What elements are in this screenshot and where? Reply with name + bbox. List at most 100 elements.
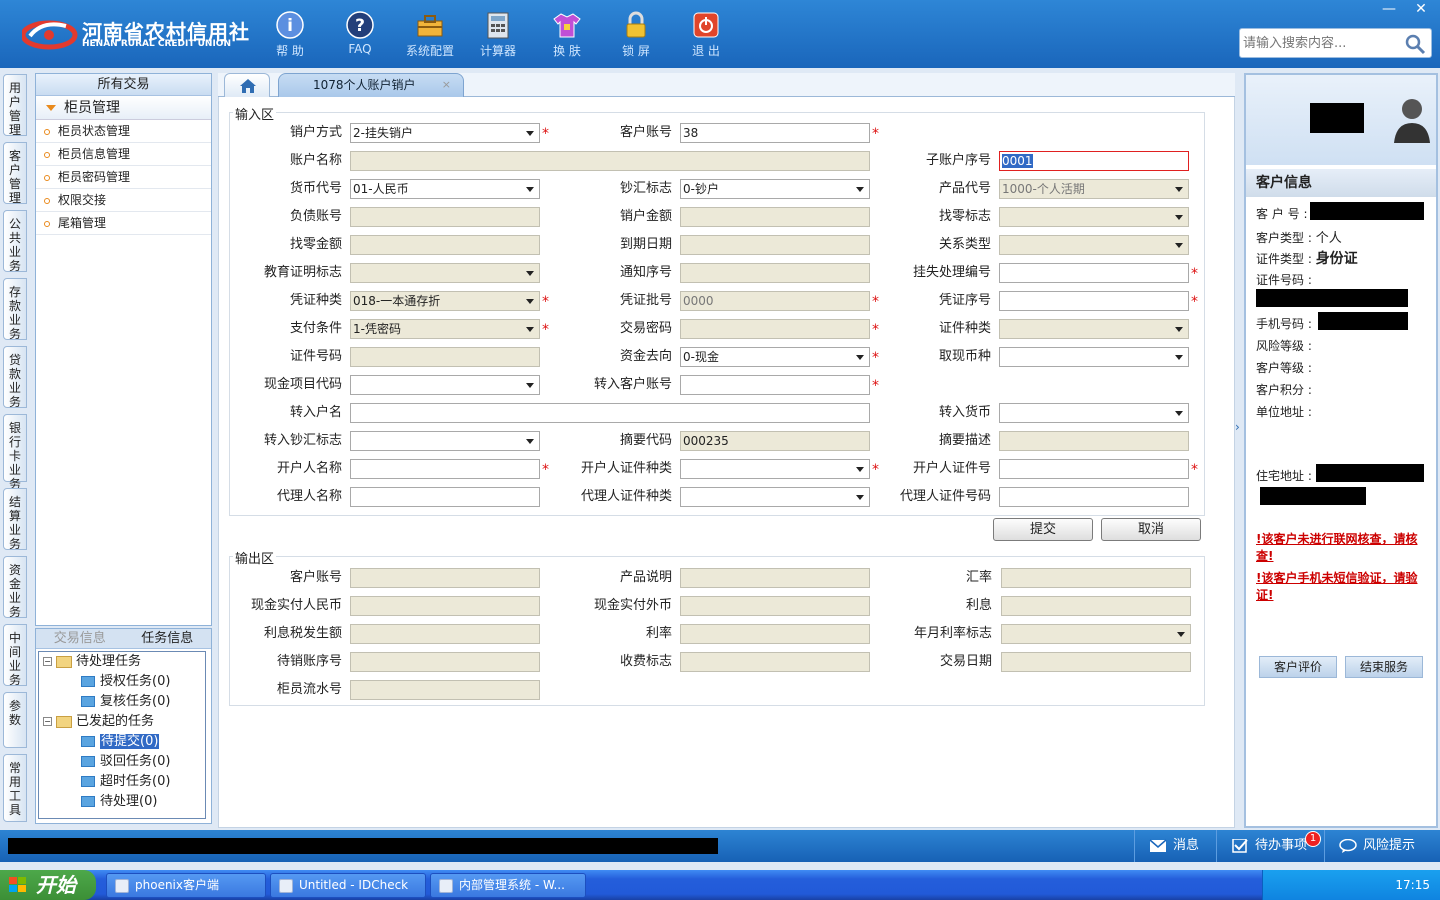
message-button[interactable]: 消息 — [1134, 830, 1216, 862]
expand-arrow-icon — [46, 105, 56, 111]
currency-code-select[interactable]: 01-人民币 — [350, 179, 540, 199]
menu-group-teller-management[interactable]: 柜员管理 — [36, 96, 211, 120]
svg-text:?: ? — [355, 16, 365, 36]
opener-id-no-input[interactable] — [999, 459, 1189, 479]
home-address-redaction — [1316, 464, 1424, 482]
tab-deposit-business[interactable]: 存款业务 — [3, 278, 27, 341]
taskbar-item-idcheck[interactable]: Untitled - IDCheck — [270, 873, 426, 898]
tab-bank-card-business[interactable]: 银行卡业务 — [3, 414, 27, 491]
cash-remit-flag-select[interactable]: 0-钞户 — [680, 179, 870, 199]
tab-common-tools[interactable]: 常用工具 — [3, 754, 27, 822]
in-account-name-input[interactable] — [350, 403, 870, 423]
loss-handle-no-input[interactable] — [999, 263, 1189, 283]
tab-public-business[interactable]: 公共业务 — [3, 210, 27, 273]
skin-button[interactable]: 换 肤 — [532, 6, 602, 62]
in-cash-remit-flag-select[interactable] — [350, 431, 540, 451]
edu-cert-flag-select[interactable] — [350, 263, 540, 283]
tree-node-pending[interactable]: − 待处理任务 — [43, 652, 141, 672]
cash-currency-select[interactable] — [999, 347, 1189, 367]
tree-node-auth[interactable]: 授权任务(0) — [81, 672, 170, 692]
tab-transaction-info[interactable]: 交易信息 — [36, 629, 124, 648]
menu-item[interactable]: 柜员信息管理 — [36, 143, 211, 166]
relation-type-select[interactable] — [999, 235, 1189, 255]
tab-loan-business[interactable]: 贷款业务 — [3, 346, 27, 409]
fund-direction-select[interactable]: 0-现金 — [680, 347, 870, 367]
warning-verify-link[interactable]: !该客户未进行联网核查，请核查! — [1256, 531, 1434, 565]
customer-rate-button[interactable]: 客户评价 — [1259, 656, 1337, 678]
tab-label: 中间业务 — [8, 631, 21, 687]
menu-item[interactable]: 柜员状态管理 — [36, 120, 211, 143]
field-label: 开户人证件种类 — [580, 461, 672, 476]
todo-button[interactable]: 待办事项 1 — [1216, 830, 1324, 862]
tree-node-rejected[interactable]: 驳回任务(0) — [81, 752, 170, 772]
close-button[interactable]: ✕ — [1406, 0, 1436, 18]
required-mark: * — [872, 126, 879, 142]
tab-user-management[interactable]: 用户管理 — [3, 74, 27, 137]
search-input[interactable] — [1243, 33, 1403, 53]
collapse-icon[interactable]: − — [43, 657, 52, 666]
tree-node-review[interactable]: 复核任务(0) — [81, 692, 170, 712]
tab-account-cancel[interactable]: 1078个人账户销户 × — [278, 73, 464, 97]
submit-button[interactable]: 提交 — [993, 518, 1093, 541]
cancel-method-select[interactable]: 2-挂失销户 — [350, 123, 540, 143]
tab-customer-management[interactable]: 客户管理 — [3, 142, 27, 205]
out-rate-flag-select[interactable] — [1001, 624, 1191, 644]
product-code-select[interactable]: 1000-个人活期 — [999, 179, 1189, 199]
tree-node-overtime[interactable]: 超时任务(0) — [81, 772, 170, 792]
home-tab[interactable] — [224, 73, 270, 97]
help-button[interactable]: i 帮 助 — [255, 6, 325, 62]
system-config-button[interactable]: 系统配置 — [395, 6, 465, 62]
required-mark: * — [542, 126, 549, 142]
lock-screen-button[interactable]: 锁 屏 — [601, 6, 671, 62]
svg-text:i: i — [287, 16, 293, 36]
customer-account-input[interactable]: 38 — [680, 123, 870, 143]
tab-settlement-business[interactable]: 结算业务 — [3, 488, 27, 551]
risk-alert-label: 风险提示 — [1363, 838, 1416, 853]
opener-id-type-select[interactable] — [680, 459, 870, 479]
exit-button[interactable]: 退 出 — [671, 6, 741, 62]
menu-item[interactable]: 柜员密码管理 — [36, 166, 211, 189]
in-currency-select[interactable] — [999, 403, 1189, 423]
tree-node-to-submit[interactable]: 待提交(0) — [81, 732, 161, 752]
customer-photo-area — [1246, 75, 1436, 165]
menu-item[interactable]: 尾箱管理 — [36, 212, 211, 235]
warning-sms-link[interactable]: !该客户手机未短信验证，请验证! — [1256, 570, 1434, 604]
tree-node-started[interactable]: − 已发起的任务 — [43, 712, 154, 732]
tab-label: 参数 — [8, 699, 21, 727]
agent-name-input[interactable] — [350, 487, 540, 507]
sub-account-no-input[interactable]: 0001 — [999, 151, 1189, 171]
agent-id-no-input[interactable] — [999, 487, 1189, 507]
field-label: 找零标志 — [938, 209, 991, 224]
collapse-right-panel-icon[interactable]: › — [1235, 420, 1243, 470]
voucher-type-select[interactable]: 018-一本通存折 — [350, 291, 540, 311]
risk-alert-button[interactable]: 风险提示 — [1324, 830, 1440, 862]
tree-node-to-process[interactable]: 待处理(0) — [81, 792, 157, 812]
tab-fund-business[interactable]: 资金业务 — [3, 556, 27, 619]
faq-button[interactable]: ? FAQ — [325, 6, 395, 62]
end-service-button[interactable]: 结束服务 — [1345, 656, 1423, 678]
tab-parameters[interactable]: 参数 — [3, 692, 27, 748]
search-icon[interactable] — [1403, 32, 1427, 56]
menu-item[interactable]: 权限交接 — [36, 189, 211, 212]
start-button[interactable]: 开始 — [0, 870, 96, 900]
taskbar-item-ie[interactable]: 内部管理系统 - W... — [430, 873, 586, 898]
voucher-no-input[interactable] — [999, 291, 1189, 311]
tab-task-info[interactable]: 任务信息 — [124, 629, 212, 648]
taskbar-item-phoenix[interactable]: phoenix客户端 — [106, 873, 266, 898]
change-flag-select[interactable] — [999, 207, 1189, 227]
tab-label: 用户管理 — [8, 81, 21, 137]
customer-type-row: 客户类型 : 个人 — [1256, 227, 1342, 246]
close-tab-icon[interactable]: × — [442, 74, 451, 96]
tab-intermediate-business[interactable]: 中间业务 — [3, 624, 27, 687]
collapse-icon[interactable]: − — [43, 717, 52, 726]
cash-item-code-select[interactable] — [350, 375, 540, 395]
tree-label: 复核任务(0) — [100, 694, 171, 709]
id-type-select[interactable] — [999, 319, 1189, 339]
calculator-button[interactable]: 计算器 — [463, 6, 533, 62]
cancel-button[interactable]: 取消 — [1101, 518, 1201, 541]
agent-id-type-select[interactable] — [680, 487, 870, 507]
opener-name-input[interactable] — [350, 459, 540, 479]
in-customer-account-input[interactable] — [680, 375, 870, 395]
pay-condition-select[interactable]: 1-凭密码 — [350, 319, 540, 339]
minimize-button[interactable]: — — [1374, 0, 1404, 18]
